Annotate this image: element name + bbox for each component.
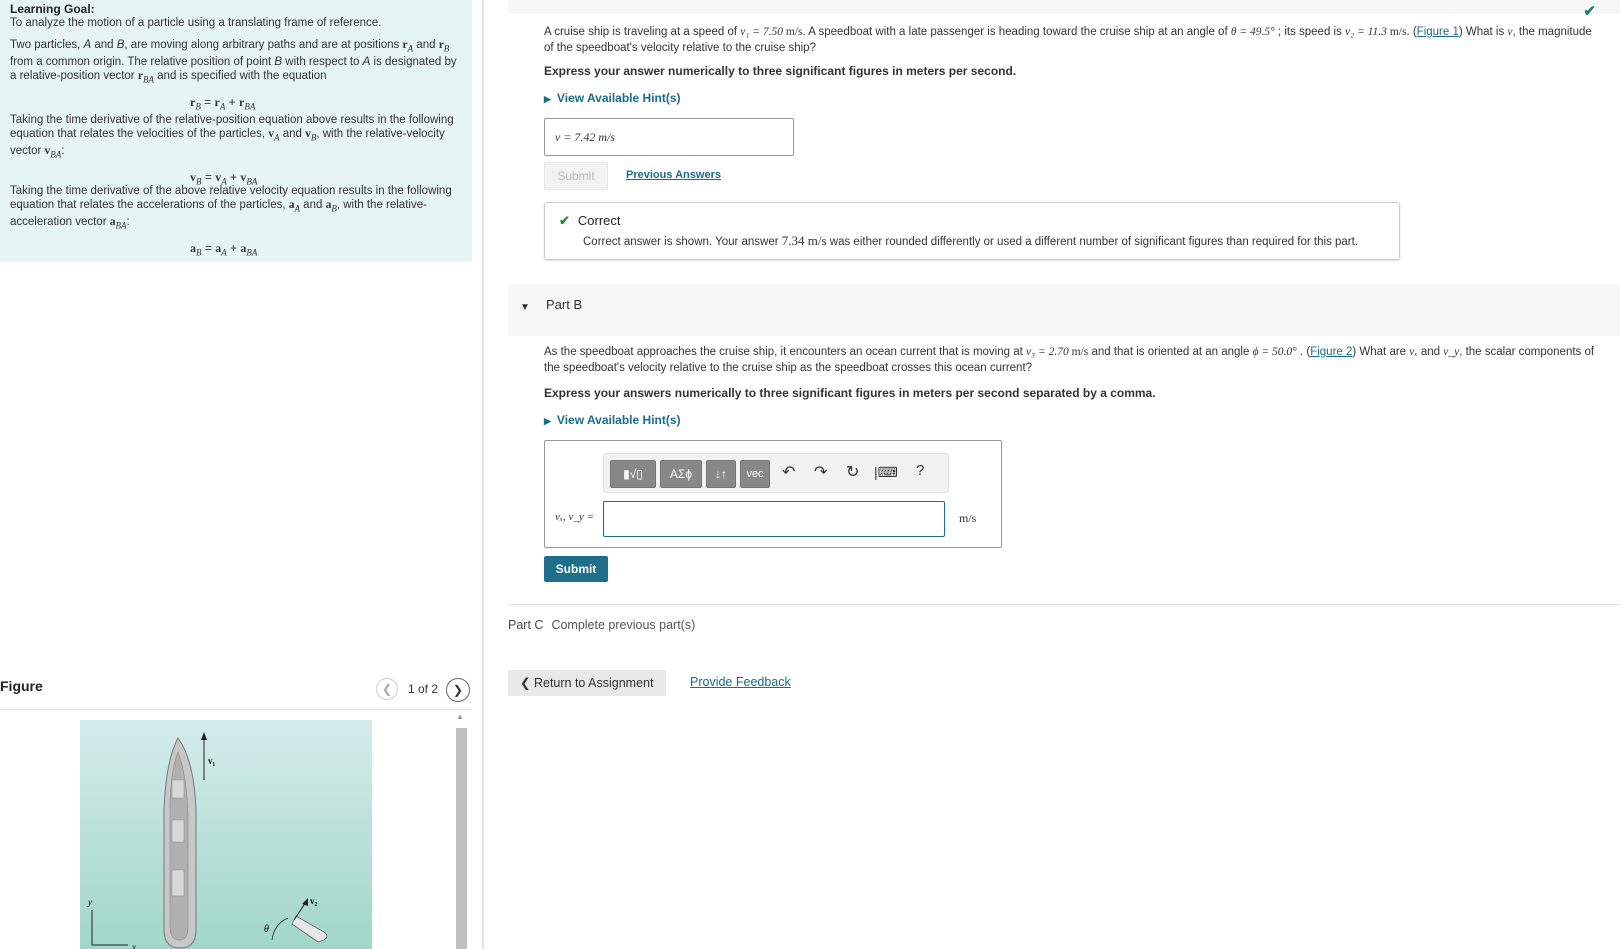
figure-header: Figure ❮ 1 of 2 ❯ [0, 670, 472, 710]
part-c-row: Part C Complete previous part(s) [508, 618, 695, 632]
part-b-answer-input[interactable] [603, 501, 945, 537]
part-b-instruction: Express your answers numerically to thre… [544, 386, 1156, 400]
part-a-hint-toggle[interactable]: ▶ View Available Hint(s) [544, 91, 681, 105]
reset-icon[interactable]: ↻ [846, 462, 859, 482]
previous-answers-link[interactable]: Previous Answers [626, 169, 721, 181]
part-b-header[interactable]: ▼ Part B [508, 284, 1620, 336]
position-equation: rB = rA + rBA [190, 94, 256, 111]
correct-check-icon: ✔ [559, 213, 570, 228]
part-a-instruction: Express your answer numerically to three… [544, 64, 1017, 78]
vec-button[interactable]: vec [740, 460, 770, 488]
left-panel: Learning Goal: To analyze the motion of … [0, 0, 472, 949]
v2-label: v₂ [310, 896, 318, 906]
check-icon: ✔ [1583, 3, 1596, 20]
figure-1-link[interactable]: Figure 1 [1417, 26, 1459, 38]
goal-paragraph-2: Taking the time derivative of the relati… [10, 113, 454, 160]
figure-prev-button[interactable]: ❮ [376, 678, 398, 700]
keyboard-icon[interactable]: |⌨ [874, 464, 898, 481]
panel-divider [482, 0, 484, 949]
caret-down-icon: ▼ [520, 302, 530, 313]
part-b-unit: m/s [959, 511, 977, 525]
goal-paragraph-3: Taking the time derivative of the above … [10, 184, 452, 231]
learning-goal-intro: To analyze the motion of a particle usin… [10, 17, 382, 29]
redo-icon[interactable]: ↷ [814, 462, 827, 482]
part-b-hint-toggle[interactable]: ▶ View Available Hint(s) [544, 413, 681, 427]
caret-right-icon: ▶ [544, 416, 551, 426]
part-c-separator [508, 604, 1620, 605]
part-a-feedback: ✔ Correct Correct answer is shown. Your a… [544, 202, 1400, 260]
chevron-left-icon: ❮ [381, 682, 393, 696]
caret-right-icon: ▶ [544, 94, 551, 104]
figure-next-button[interactable]: ❯ [446, 678, 470, 702]
part-a-submit-button[interactable]: Submit [544, 162, 608, 190]
v1-label: v₁ [208, 756, 216, 766]
part-c-label: Part C [508, 618, 544, 632]
right-panel: ✔ A cruise ship is traveling at a speed … [508, 0, 1620, 949]
arrows-button[interactable]: ↓↑ [706, 460, 736, 488]
part-c-status: Complete previous part(s) [551, 618, 696, 632]
part-b-question: As the speedboat approaches the cruise s… [544, 346, 1595, 374]
help-icon[interactable]: ? [916, 462, 924, 479]
theta-label: θ [264, 924, 269, 935]
learning-goal-heading: Learning Goal: [10, 2, 95, 16]
figure-image: v₁ y x v₂ θ [80, 720, 372, 949]
goal-paragraph-1: Two particles, A and B, are moving along… [10, 39, 457, 85]
part-b-submit-button[interactable]: Submit [544, 556, 608, 582]
undo-icon[interactable]: ↶ [782, 462, 795, 482]
chevron-left-icon: ❮ [520, 676, 531, 690]
math-toolbar: ▮√▯ ΑΣϕ ↓↑ vec ↶ ↷ ↻ |⌨ ? [603, 453, 949, 493]
return-to-assignment-button[interactable]: ❮ Return to Assignment [508, 670, 666, 696]
provide-feedback-link[interactable]: Provide Feedback [690, 675, 791, 689]
part-b-title: Part B [546, 297, 583, 312]
figure-counter: 1 of 2 [408, 682, 439, 696]
templates-button[interactable]: ▮√▯ [610, 460, 656, 488]
y-axis-label: y [87, 897, 92, 907]
learning-goal: Learning Goal: To analyze the motion of … [0, 0, 472, 262]
figure-scrollbar[interactable]: ▲ [454, 710, 468, 949]
greek-button[interactable]: ΑΣϕ [660, 460, 702, 488]
figure-2-link[interactable]: Figure 2 [1310, 346, 1352, 358]
scrollbar-thumb[interactable] [456, 728, 467, 949]
correct-detail: Correct answer is shown. Your answer 7.3… [583, 233, 1359, 248]
acceleration-equation: aB = aA + aBA [190, 240, 258, 257]
part-a-question: A cruise ship is traveling at a speed of… [544, 26, 1592, 54]
correct-title: Correct [577, 213, 621, 228]
scroll-up-icon[interactable]: ▲ [456, 712, 464, 721]
part-b-input-label: vₓ, v_y = [555, 511, 594, 523]
part-a-answer-display: v = 7.42 m/s [544, 118, 794, 156]
chevron-right-icon: ❯ [452, 683, 464, 697]
figure-title: Figure [0, 678, 43, 694]
x-axis-label: x [131, 942, 136, 949]
top-band [508, 0, 1620, 14]
part-b-answer-box: ▮√▯ ΑΣϕ ↓↑ vec ↶ ↷ ↻ |⌨ ? vₓ, v_y = m/s [544, 440, 1002, 548]
cruise-ship-icon [163, 737, 197, 949]
